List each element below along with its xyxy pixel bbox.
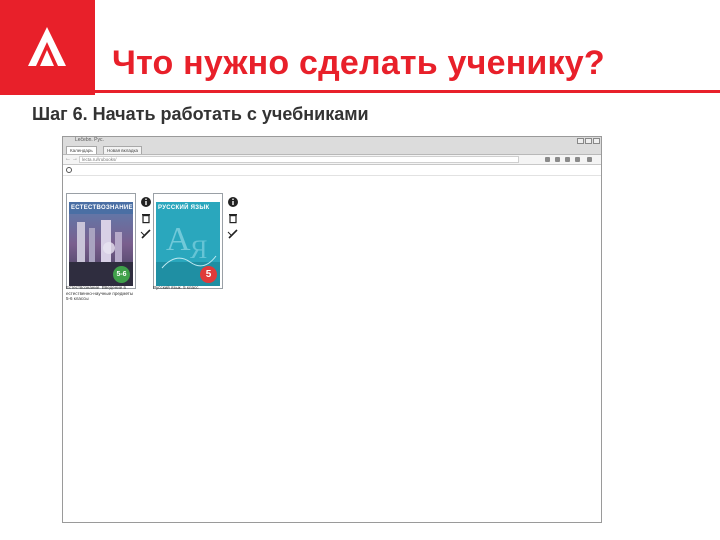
edit-button[interactable] bbox=[138, 227, 154, 241]
grade-badge: 5 bbox=[200, 266, 217, 283]
browser-titlebar: Lečebn. Рус. bbox=[63, 137, 601, 145]
logo-icon bbox=[28, 27, 66, 66]
slide-title: Что нужно сделать ученику? bbox=[112, 44, 605, 82]
maximize-button[interactable] bbox=[585, 138, 592, 144]
url-input[interactable]: lecta.ru/\rubooks/ bbox=[79, 156, 519, 163]
trash-icon bbox=[142, 214, 150, 224]
info-button[interactable] bbox=[225, 195, 241, 209]
svg-text:Я: Я bbox=[190, 235, 207, 264]
brand-logo bbox=[0, 0, 95, 95]
star-icon[interactable] bbox=[545, 157, 550, 162]
close-button[interactable] bbox=[593, 138, 600, 144]
browser-tabs: Календарь Новая вкладка bbox=[63, 145, 601, 155]
back-icon[interactable]: ← bbox=[65, 156, 71, 163]
grade-badge: 5-6 bbox=[113, 266, 130, 283]
info-icon bbox=[141, 197, 151, 207]
forward-icon[interactable]: → bbox=[72, 156, 78, 163]
address-bar: ← → lecta.ru/\rubooks/ bbox=[63, 155, 601, 165]
edit-button[interactable] bbox=[225, 227, 241, 241]
cover-title: РУССКИЙ ЯЗЫК bbox=[158, 205, 210, 211]
app-toolbar bbox=[63, 165, 601, 176]
book-card-natural-science[interactable]: ЕСТЕСТВОЗНАНИЕ 5-6 bbox=[66, 193, 136, 289]
info-button[interactable] bbox=[138, 195, 154, 209]
tab-calendar[interactable]: Календарь bbox=[66, 146, 97, 154]
svg-text:А: А bbox=[166, 221, 191, 258]
cover-title: ЕСТЕСТВОЗНАНИЕ bbox=[71, 205, 133, 211]
browser-window: Lečebn. Рус. Календарь Новая вкладка ← →… bbox=[62, 136, 602, 523]
edit-icon bbox=[227, 229, 238, 239]
minimize-button[interactable] bbox=[577, 138, 584, 144]
title-underline bbox=[95, 90, 720, 93]
account-icon[interactable] bbox=[575, 157, 580, 162]
edit-icon bbox=[140, 229, 151, 239]
menu-icon[interactable] bbox=[587, 157, 592, 162]
delete-button[interactable] bbox=[138, 211, 154, 225]
book-caption: Естествознание. Введение в естественно-н… bbox=[66, 285, 134, 301]
slide-subtitle: Шаг 6. Начать работать с учебниками bbox=[32, 104, 369, 124]
download-icon[interactable] bbox=[555, 157, 560, 162]
cover-image: А Я РУССКИЙ ЯЗЫК 5 bbox=[156, 202, 220, 286]
trash-icon bbox=[229, 214, 237, 224]
info-icon bbox=[228, 197, 238, 207]
cover-image: ЕСТЕСТВОЗНАНИЕ 5-6 bbox=[69, 202, 133, 286]
tab-new[interactable]: Новая вкладка bbox=[103, 146, 143, 154]
book-caption: Русский язык. 5 класс bbox=[153, 285, 199, 290]
app-icon[interactable] bbox=[66, 167, 72, 173]
book-card-russian[interactable]: А Я РУССКИЙ ЯЗЫК 5 bbox=[153, 193, 223, 289]
extension-icon[interactable] bbox=[565, 157, 570, 162]
delete-button[interactable] bbox=[225, 211, 241, 225]
window-title: Lečebn. Рус. bbox=[75, 137, 104, 143]
